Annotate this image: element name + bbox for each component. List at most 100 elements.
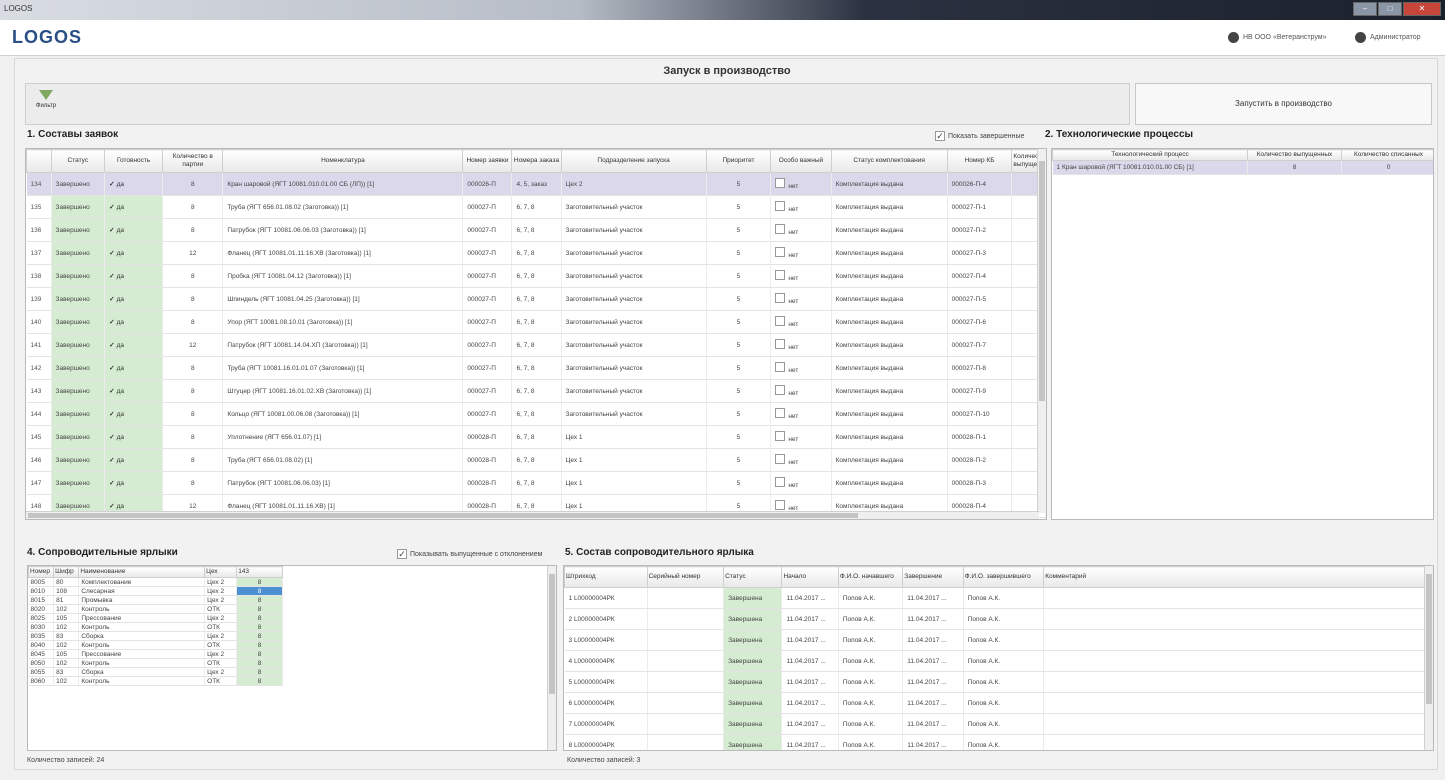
minimize-button[interactable]: –	[1353, 2, 1377, 16]
table-row[interactable]: 147 Завершено ✓ да 8 Патрубок (ЯГТ 10081.06.0…	[26, 471, 1046, 495]
labels-column-header[interactable]: Наименование	[78, 566, 206, 578]
table-row[interactable]: 141 Завершено ✓ да 12 Патрубок (ЯГТ 10081.14.…	[26, 333, 1046, 357]
table-row[interactable]: 140 Завершено ✓ да 8 Упор (ЯГТ 10081.08.10.01…	[26, 310, 1046, 334]
table-row[interactable]: 145 Завершено ✓ да 8 Уплотнение (ЯГТ 656.01.0…	[26, 425, 1046, 449]
orders-column-header[interactable]: Статус комплектования	[830, 149, 948, 173]
table-row[interactable]: 142 Завершено ✓ да 8 Труба (ЯГТ 10081.16.01.0…	[26, 356, 1046, 380]
table-row[interactable]: 8055 83 Сборка Цех 28	[28, 667, 283, 677]
orders-column-header[interactable]	[26, 149, 52, 173]
table-row[interactable]: 1 L00000004РК Завершена 11.04.2017 ... Попо…	[564, 587, 1433, 609]
table-row[interactable]: 139 Завершено ✓ да 8 Шпиндель (ЯГТ 10081.04.2…	[26, 287, 1046, 311]
table-row[interactable]: 3 L00000004РК Завершена 11.04.2017 ... Попо…	[564, 629, 1433, 651]
table-row[interactable]: 1 Кран шаровой (ЯГТ 10081.010.01.00 СБ) …	[1052, 160, 1433, 175]
table-row[interactable]: 143 Завершено ✓ да 8 Штуцер (ЯГТ 10081.16.01.…	[26, 379, 1046, 403]
composition-column-header[interactable]: Штрихкод	[564, 566, 648, 588]
important-cell: нет	[770, 172, 832, 196]
table-row[interactable]: 8050 102 Контроль ОТК 8	[28, 658, 283, 668]
table-row[interactable]: 8035 83 Сборка Цех 28	[28, 631, 283, 641]
table-row[interactable]: 146 Завершено ✓ да 8 Труба (ЯГТ 656.01.08.02)…	[26, 448, 1046, 472]
important-checkbox[interactable]	[775, 316, 786, 326]
table-row[interactable]: 2 L00000004РК Завершена 11.04.2017 ... Попо…	[564, 608, 1433, 630]
orders-scroll-thumb[interactable]	[1039, 161, 1045, 401]
important-checkbox[interactable]	[775, 408, 786, 418]
table-row[interactable]: 144 Завершено ✓ да 8 Кольцо (ЯГТ 10081.00.06.…	[26, 402, 1046, 426]
process-column-header[interactable]: Количество списанных	[1341, 149, 1433, 161]
labels-scroll-thumb[interactable]	[549, 574, 555, 694]
table-row[interactable]: 6 L00000004РК Завершена 11.04.2017 ... Попо…	[564, 692, 1433, 714]
process-column-header[interactable]: Количество выпущенных	[1247, 149, 1342, 161]
orders-column-header[interactable]: Номера заказа	[511, 149, 562, 173]
orders-column-header[interactable]: Статус	[50, 149, 106, 173]
maximize-button[interactable]: □	[1378, 2, 1402, 16]
labels-record-count: Количество записей: 24	[27, 757, 105, 764]
show-completed-toggle[interactable]: ✓ Показать завершенные	[935, 131, 1024, 141]
important-checkbox[interactable]	[775, 431, 786, 441]
orders-column-header[interactable]: Номер заявки	[462, 149, 513, 173]
show-completed-checkbox[interactable]: ✓	[935, 131, 945, 141]
table-row[interactable]: 137 Завершено ✓ да 12 Фланец (ЯГТ 10081.01.11…	[26, 241, 1046, 265]
important-checkbox[interactable]	[775, 477, 786, 487]
filter-button[interactable]: Фильтр	[32, 88, 60, 120]
close-button[interactable]: ✕	[1403, 2, 1441, 16]
table-row[interactable]: 8020 102 Контроль ОТК 8	[28, 604, 283, 614]
important-checkbox[interactable]	[775, 247, 786, 257]
table-row[interactable]: 8 L00000004РК Завершена 11.04.2017 ... Попо…	[564, 734, 1433, 750]
table-row[interactable]: 138 Завершено ✓ да 8 Пробка (ЯГТ 10081.04.12 …	[26, 264, 1046, 288]
important-checkbox[interactable]	[775, 362, 786, 372]
composition-vertical-scrollbar[interactable]	[1424, 566, 1433, 750]
barcode-cell: 7 L00000004РК	[564, 713, 648, 735]
table-row[interactable]: 8010 108 Слесарная Цех 28	[28, 586, 283, 596]
important-checkbox[interactable]	[775, 224, 786, 234]
table-row[interactable]: 8005 80 Комплектование Цех 28	[28, 577, 283, 587]
important-checkbox[interactable]	[775, 293, 786, 303]
orders-hscroll-thumb[interactable]	[28, 513, 858, 518]
composition-column-header[interactable]: Комментарий	[1043, 566, 1433, 588]
table-row[interactable]: 8025 105 Прессование Цех 28	[28, 613, 283, 623]
launch-production-button[interactable]: Запустить в производство	[1135, 83, 1432, 125]
labels-column-header[interactable]: Цех	[204, 566, 238, 578]
show-deviation-toggle[interactable]: ✓ Показывать выпущенные с отклонением	[397, 549, 542, 559]
table-row[interactable]: 8060 102 Контроль ОТК 8	[28, 676, 283, 686]
labels-column-header[interactable]: 143	[236, 566, 283, 578]
table-row[interactable]: 4 L00000004РК Завершена 11.04.2017 ... Попо…	[564, 650, 1433, 672]
user-menu[interactable]: Администратор	[1355, 32, 1421, 43]
important-checkbox[interactable]	[775, 178, 786, 188]
important-checkbox[interactable]	[775, 454, 786, 464]
orders-column-header[interactable]: Подразделение запуска	[560, 149, 707, 173]
important-checkbox[interactable]	[775, 201, 786, 211]
table-row[interactable]: 8015 81 Промывка Цех 28	[28, 595, 283, 605]
orders-column-header[interactable]: Номенклатура	[222, 149, 464, 173]
labels-column-header[interactable]: Шифр	[53, 566, 80, 578]
table-row[interactable]: 5 L00000004РК Завершена 11.04.2017 ... Попо…	[564, 671, 1433, 693]
orders-column-header[interactable]: Особо важный	[770, 149, 832, 173]
labels-vertical-scrollbar[interactable]	[547, 566, 556, 750]
orders-horizontal-scrollbar[interactable]	[26, 511, 1039, 519]
orders-column-header[interactable]: Номер КБ	[946, 149, 1013, 173]
table-row[interactable]: 7 L00000004РК Завершена 11.04.2017 ... Попо…	[564, 713, 1433, 735]
table-row[interactable]: 135 Завершено ✓ да 8 Труба (ЯГТ 656.01.08.02 …	[26, 195, 1046, 219]
important-checkbox[interactable]	[775, 270, 786, 280]
process-column-header[interactable]: Технологический процесс	[1052, 149, 1248, 161]
composition-column-header[interactable]: Завершение	[902, 566, 964, 588]
show-deviation-checkbox[interactable]: ✓	[397, 549, 407, 559]
table-row[interactable]: 134 Завершено ✓ да 8 Кран шаровой (ЯГТ 10081.…	[26, 172, 1046, 196]
composition-column-header[interactable]: Ф.И.О. начавшего	[837, 566, 904, 588]
orders-column-header[interactable]: Количество в партии	[162, 149, 224, 173]
table-row[interactable]: 136 Завершено ✓ да 8 Патрубок (ЯГТ 10081.06.0…	[26, 218, 1046, 242]
important-checkbox[interactable]	[775, 385, 786, 395]
orders-column-header[interactable]: Готовность	[104, 149, 164, 173]
composition-column-header[interactable]: Начало	[781, 566, 839, 588]
table-row[interactable]: 8030 102 Контроль ОТК 8	[28, 622, 283, 632]
table-row[interactable]: 8040 102 Контроль ОТК 8	[28, 640, 283, 650]
important-checkbox[interactable]	[775, 500, 786, 510]
labels-column-header[interactable]: Номер	[28, 566, 55, 578]
orders-vertical-scrollbar[interactable]	[1037, 149, 1046, 513]
composition-column-header[interactable]: Серийный номер	[646, 566, 725, 588]
orders-column-header[interactable]: Приоритет	[705, 149, 772, 173]
composition-column-header[interactable]: Ф.И.О. завершившего	[962, 566, 1045, 588]
important-checkbox[interactable]	[775, 339, 786, 349]
composition-scroll-thumb[interactable]	[1426, 574, 1432, 704]
composition-column-header[interactable]: Статус	[723, 566, 783, 588]
table-row[interactable]: 8045 105 Прессование Цех 28	[28, 649, 283, 659]
company-selector[interactable]: НВ ООО «Ветеранструм»	[1228, 32, 1327, 43]
